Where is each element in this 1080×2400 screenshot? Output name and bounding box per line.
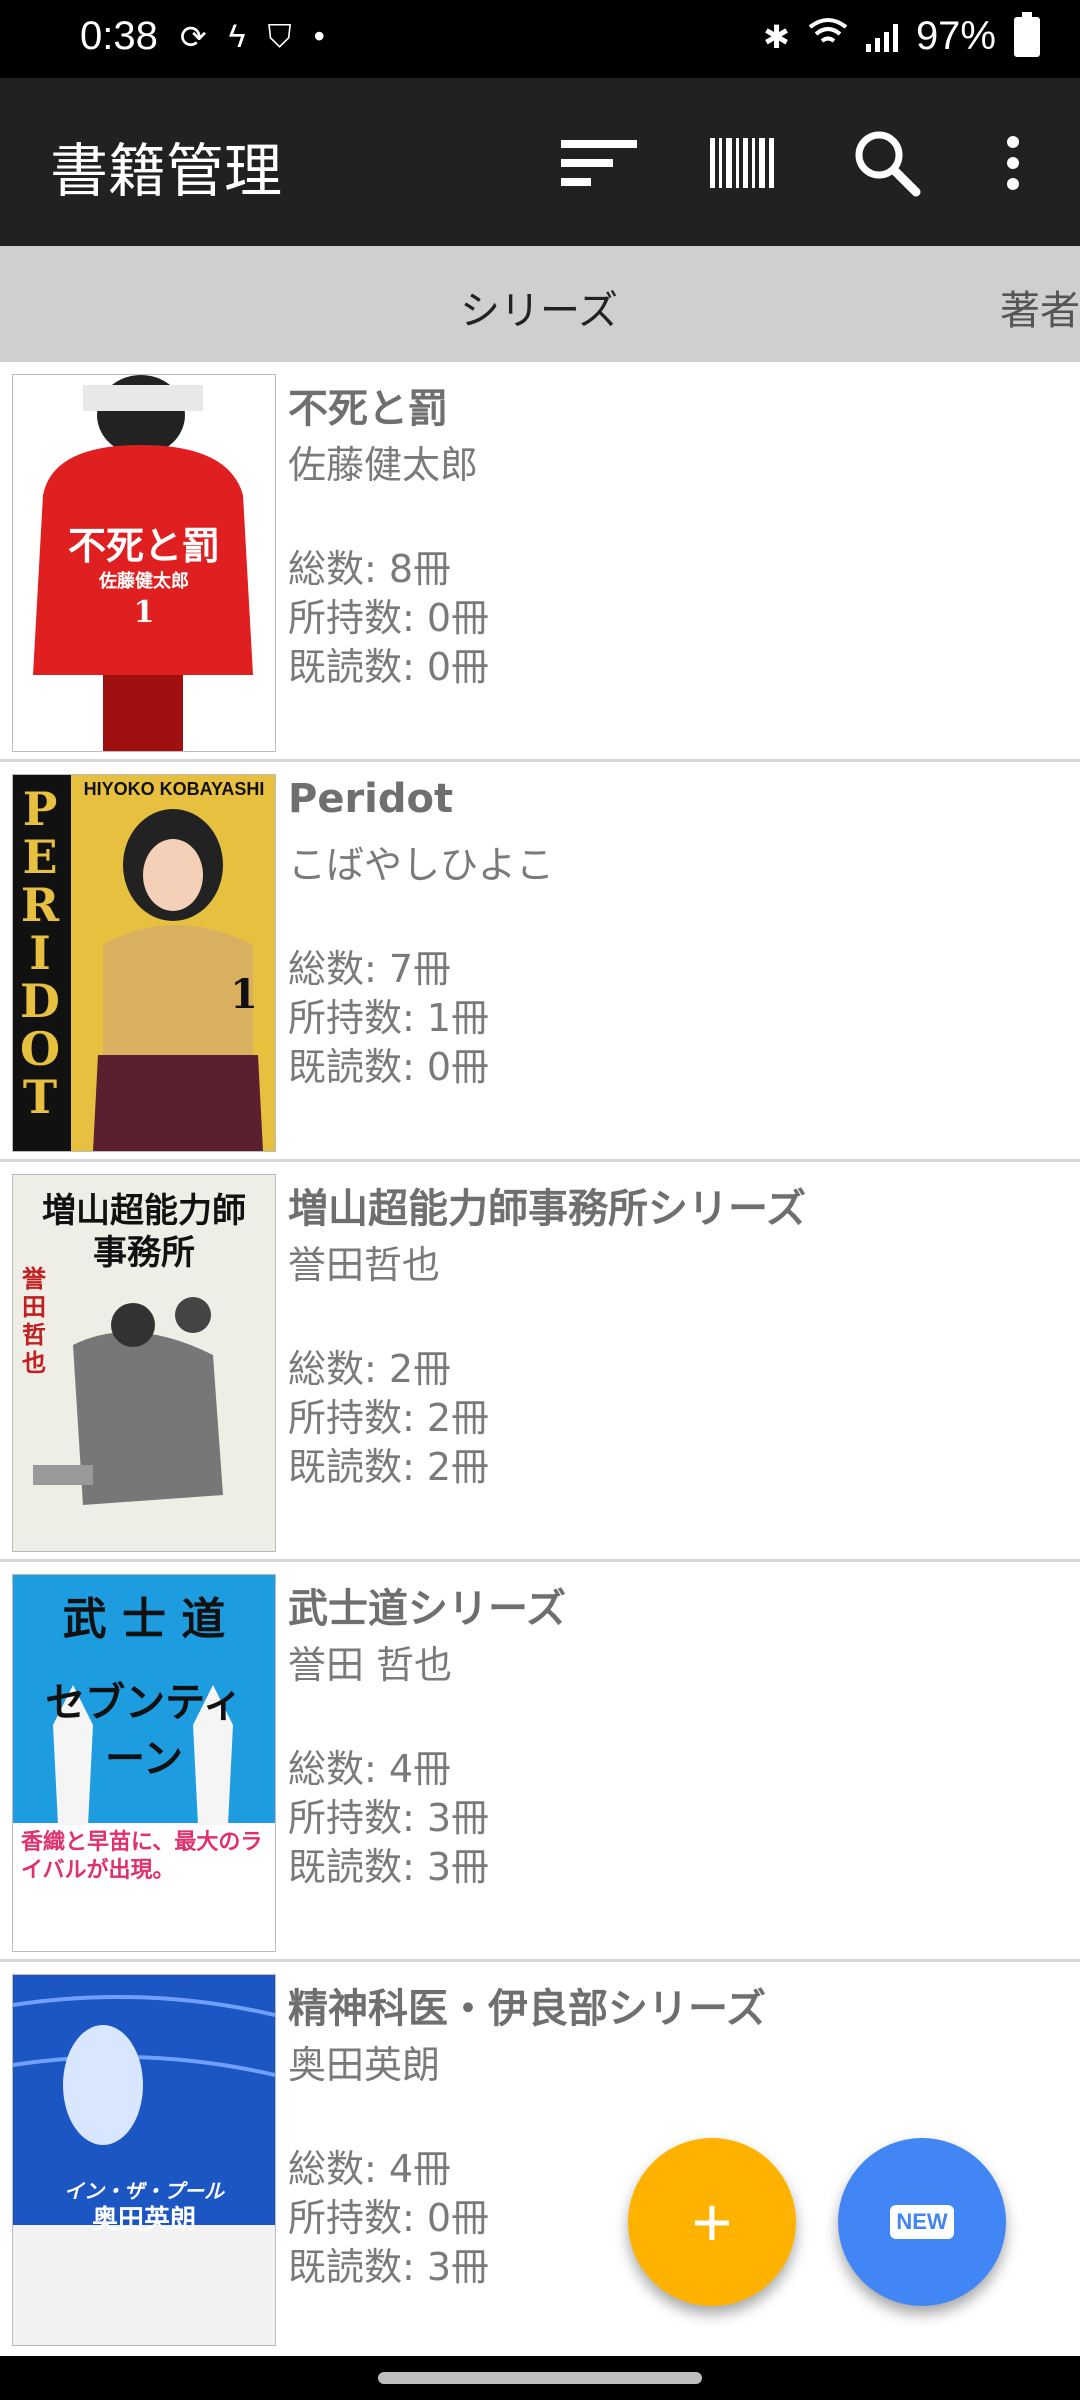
series-author: 誉田 哲也 [288, 1643, 453, 1687]
total-count: 総数: 2冊 [288, 1347, 452, 1391]
owned-count: 所持数: 3冊 [288, 1796, 490, 1840]
cover-volume: 1 [133, 595, 155, 630]
owned-count: 所持数: 0冊 [288, 596, 490, 640]
book-cover: 武 士 道 セブンティーン 香織と早苗に、最大のライバルが出現。 [12, 1574, 276, 1952]
owned-count: 所持数: 2冊 [288, 1396, 490, 1440]
add-book-button[interactable]: + [628, 2138, 796, 2306]
battery-percent: 97% [915, 14, 996, 58]
owned-count: 所持数: 1冊 [288, 996, 490, 1040]
owned-count: 所持数: 0冊 [288, 2196, 490, 2240]
list-item[interactable]: 武 士 道 セブンティーン 香織と早苗に、最大のライバルが出現。 武士道シリーズ… [0, 1562, 1080, 1962]
series-title: Peridot [288, 776, 454, 822]
more-options-icon[interactable] [968, 118, 1058, 208]
list-item[interactable]: 増山超能力師 事務所 誉田哲也 増山超能力師事務所シリーズ 誉田哲也 総数: 2… [0, 1162, 1080, 1562]
book-cover: PERIDOT HIYOKO KOBAYASHI 1 [12, 774, 276, 1152]
app-title: 書籍管理 [50, 137, 283, 205]
cover-title: PERIDOT [19, 782, 61, 1124]
list-item[interactable]: PERIDOT HIYOKO KOBAYASHI 1 Peridot こばやしひ… [0, 762, 1080, 1162]
search-icon[interactable] [842, 118, 932, 208]
clock: 0:38 [80, 14, 158, 58]
home-gesture-handle[interactable] [378, 2372, 702, 2384]
bolt-icon: ϟ [228, 18, 246, 54]
series-title: 不死と罰 [288, 386, 448, 432]
shield-icon: ⛉ [267, 17, 292, 54]
cover-author: セブンティーン [45, 1679, 243, 1782]
app-bar: 書籍管理 [0, 78, 1080, 246]
read-count: 既読数: 0冊 [288, 645, 490, 689]
book-cover: 増山超能力師 事務所 誉田哲也 [12, 1174, 276, 1552]
plus-icon: + [691, 2183, 733, 2261]
read-count: 既読数: 2冊 [288, 1445, 490, 1489]
cover-volume: 香織と早苗に、最大のライバルが出現。 [21, 1830, 263, 1883]
bluetooth-icon: ✱ [763, 18, 790, 55]
read-count: 既読数: 0冊 [288, 1045, 490, 1089]
series-title: 増山超能力師事務所シリーズ [288, 1186, 806, 1232]
cover-author: 事務所 [93, 1233, 195, 1273]
book-cover: イン・ザ・プール 奥田英朗 [12, 1974, 276, 2346]
book-cover: 不死と罰 佐藤健太郎 1 [12, 374, 276, 752]
cover-author: HIYOKO KOBAYASHI [83, 779, 265, 799]
wifi-icon [808, 14, 848, 59]
series-author: 佐藤健太郎 [288, 443, 479, 487]
series-author: 奥田英朗 [288, 2043, 441, 2087]
navigation-bar [0, 2356, 1080, 2400]
barcode-icon[interactable] [698, 118, 788, 208]
tab-series[interactable]: シリーズ [460, 278, 618, 336]
cover-volume: 1 [230, 971, 258, 1018]
new-releases-button[interactable]: NEW [838, 2138, 1006, 2306]
series-list: 不死と罰 佐藤健太郎 1 不死と罰 佐藤健太郎 総数: 8冊 所持数: 0冊 既… [0, 362, 1080, 2348]
total-count: 総数: 4冊 [288, 1747, 452, 1791]
tab-author[interactable]: 著者 [1000, 278, 1080, 336]
new-label: NEW [896, 2209, 948, 2234]
total-count: 総数: 4冊 [288, 2147, 452, 2191]
total-count: 総数: 8冊 [288, 547, 452, 591]
series-title: 武士道シリーズ [288, 1586, 566, 1632]
new-icon: NEW [890, 2205, 954, 2239]
read-count: 既読数: 3冊 [288, 1845, 490, 1889]
signal-icon [865, 22, 898, 52]
sort-icon[interactable] [554, 118, 644, 208]
read-count: 既読数: 3冊 [288, 2245, 490, 2289]
cover-author: 奥田英朗 [91, 2205, 196, 2235]
series-author: こばやしひよこ [288, 843, 555, 887]
tab-bar: シリーズ 著者 [0, 246, 1080, 362]
total-count: 総数: 7冊 [288, 947, 452, 991]
list-item[interactable]: 不死と罰 佐藤健太郎 1 不死と罰 佐藤健太郎 総数: 8冊 所持数: 0冊 既… [0, 362, 1080, 762]
dot-icon: • [313, 18, 325, 54]
cover-volume: 誉田哲也 [22, 1264, 46, 1377]
series-author: 誉田哲也 [288, 1243, 441, 1287]
sync-icon: ⟳ [179, 18, 207, 55]
cover-title: 不死と罰 [67, 523, 220, 568]
series-title: 精神科医・伊良部シリーズ [288, 1986, 766, 2032]
battery-icon [1014, 11, 1040, 57]
cover-title: 武 士 道 [62, 1594, 226, 1645]
cover-author: 佐藤健太郎 [99, 571, 189, 592]
status-bar: 0:38 ⟳ ϟ ⛉ • ✱ 97% [0, 0, 1080, 78]
